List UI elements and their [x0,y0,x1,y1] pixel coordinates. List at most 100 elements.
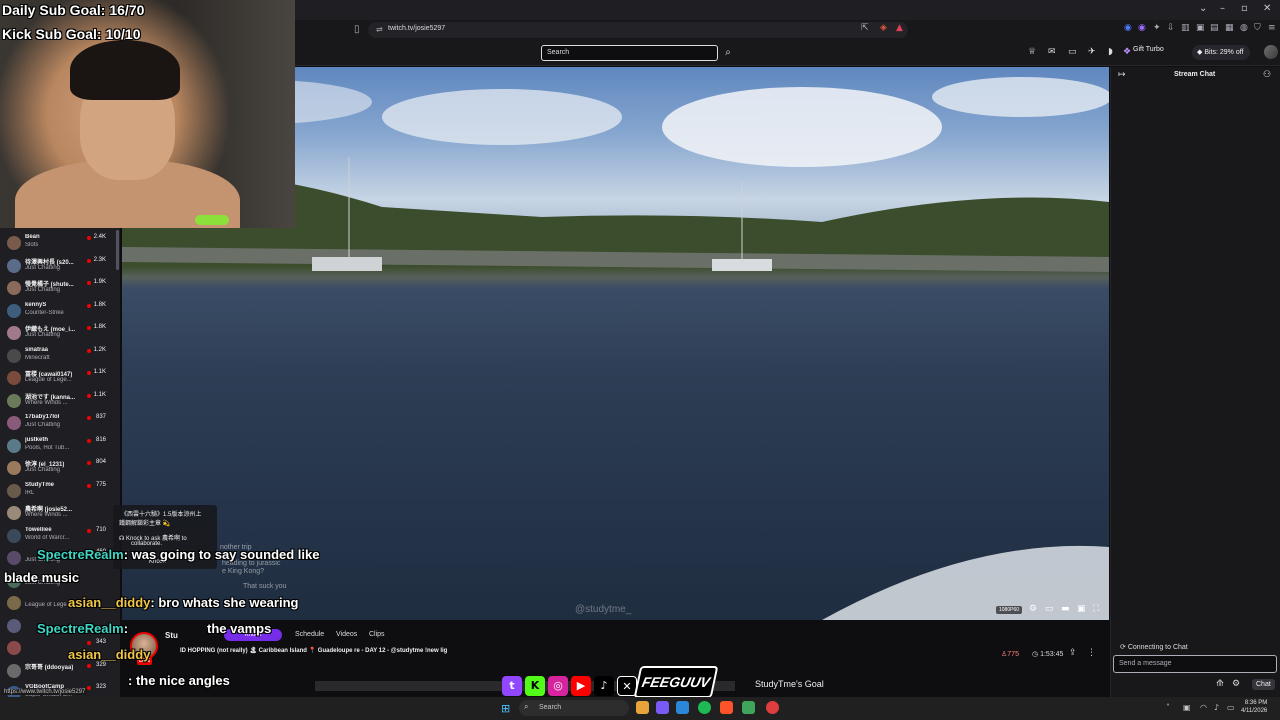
extension-icon[interactable]: ◉ [1138,23,1146,33]
live-indicator-icon [87,438,91,443]
bookmark-icon[interactable]: ▯ [354,24,360,35]
theatre-mode-icon[interactable]: ▬ [1061,604,1070,614]
brave-shield-icon[interactable]: ◈ [880,23,887,33]
overlay-chat-message: asian__diddy [68,647,150,662]
history-icon[interactable]: ▤ [1210,23,1219,33]
sidebar-channel[interactable]: 伊織もえ (moe_i... Just Chatting 1.8K [0,323,115,345]
sidebar-channel[interactable]: kennyS Counter-Strike 1.8K [0,301,115,323]
sidebar-channel[interactable]: 徐淳 (el_1231) Just Chatting 804 [0,458,115,480]
obs-icon[interactable] [766,701,779,714]
sidebar-channel[interactable]: 待澤興村長 (s20... Just Chatting 2.3K [0,256,115,278]
user-avatar[interactable] [1264,45,1278,59]
menu-icon[interactable]: ≡ [1268,23,1276,33]
channel-viewer-count: 329 [95,661,106,668]
app-icon[interactable] [676,701,689,714]
gift-turbo-button[interactable]: Gift Turbo [1133,46,1164,53]
taskbar-clock[interactable]: 8:36 PM 4/11/2026 [1241,699,1267,715]
channel-viewer-count: 1.1K [93,369,106,375]
address-bar[interactable] [368,22,908,38]
minimize-icon[interactable]: – [1220,3,1225,14]
taskbar-search[interactable]: Search [519,700,629,716]
overlay-chat-username: SpectreRealm [37,547,124,562]
streamer-name[interactable]: Stu [165,631,178,640]
downloads-icon[interactable]: ⇩ [1167,23,1175,33]
volume-icon[interactable]: ♪ [1214,703,1219,712]
vpn-icon[interactable]: ◍ [1240,23,1248,33]
channel-category: Just Chatting [25,422,61,428]
get-bits-button[interactable]: ◆ Bits: 29% off [1192,45,1250,60]
extension-icon[interactable]: ◉ [1124,23,1132,33]
sidebar-channel[interactable]: justketh Pools, Hot Tub... 816 [0,436,115,458]
wifi-icon[interactable]: ◠ [1200,703,1207,712]
windows-start-icon[interactable]: ⊞ [501,702,510,715]
url-text[interactable]: twitch.tv/josie5297 [388,25,445,32]
bits-icon[interactable]: ⟰ [1216,679,1224,689]
channel-category: Just Chatting [25,287,61,293]
app-icon[interactable] [742,701,755,714]
tab-videos[interactable]: Videos [336,631,357,638]
sidebar-channel[interactable]: 宗哥哥 (ddooyaa) 329 [0,661,115,683]
rewards-icon[interactable]: ▲ [896,23,903,33]
chat-input[interactable]: Send a message [1113,655,1277,673]
battery-icon[interactable]: ▭ [1227,703,1235,712]
tray-chevron-icon[interactable]: ˄ [1166,703,1170,712]
channel-name: 宗哥哥 (ddooyaa) [25,664,74,671]
sidebar-channel[interactable]: 17baby17lol Just Chatting 837 [0,413,115,435]
notifications-icon[interactable]: ◗ [1108,47,1113,57]
pip-icon[interactable]: ▣ [1077,604,1086,614]
sidebar-scrollbar[interactable] [116,230,119,270]
wallet-icon[interactable]: ▣ [1196,23,1205,33]
channel-name: Towelliee [25,526,52,533]
inbox-icon[interactable]: ✉ [1048,47,1056,57]
tab-clips[interactable]: Clips [369,631,385,638]
share-icon[interactable]: ⇱ [861,23,869,33]
maximize-icon[interactable]: ▫ [1241,3,1248,14]
gift-icon[interactable]: ❖ [1123,47,1131,57]
clip-icon[interactable]: ▭ [1045,604,1054,614]
sidebar-channel[interactable]: 慢覺橘子 (shute... Just Chatting 1.9K [0,278,115,300]
overlay-chat-message: blade music [4,570,79,585]
kick-logo-icon: K [525,676,545,696]
brave-browser-icon[interactable] [720,701,733,714]
fullscreen-icon[interactable]: ⛶ [1093,604,1099,614]
sidebar-channel[interactable]: sinatraa Minecraft 1.2K [0,346,115,368]
chat-send-button[interactable]: Chat [1252,679,1275,690]
search-input[interactable]: Search [541,45,718,61]
extensions-puzzle-icon[interactable]: ✦ [1153,23,1161,33]
sidebar-icon[interactable]: ▥ [1181,23,1190,33]
channel-avatar [7,348,21,363]
sidebar-channel[interactable]: 湖池です (kanna... Where Winds ... 1.1K [0,391,115,413]
settings-icon[interactable]: ⚙ [1029,604,1037,614]
channel-viewer-count: 1.8K [93,301,106,308]
whisper-icon[interactable]: ▭ [1068,47,1077,57]
file-explorer-icon[interactable] [636,701,649,714]
screenshot-icon[interactable]: ▦ [1225,23,1234,33]
sidebar-channel[interactable]: 冨楼 (cawai0147) League of Lege... 1.1K [0,368,115,390]
close-icon[interactable]: ✕ [1263,3,1271,14]
chevron-down-icon[interactable]: ⌄ [1199,3,1207,14]
sidebar-channel[interactable]: 農希啊 (josie52... Where Winds ... [0,503,115,525]
channel-viewer-count: 343 [95,639,106,645]
live-indicator-icon [87,461,91,465]
shield-icon[interactable]: ⛉ [1254,23,1261,33]
channel-category: IRL [25,489,35,496]
app-icon[interactable] [656,701,669,714]
spotify-icon[interactable] [698,701,711,714]
channel-name: 17baby17lol [25,414,60,420]
sidebar-channel[interactable]: StudyTme IRL 775 [0,481,115,503]
live-indicator-icon [87,686,91,690]
sidebar-channel[interactable]: Bean Slots 2.4K [0,233,115,255]
prime-icon[interactable]: ♕ [1028,47,1036,57]
tab-schedule[interactable]: Schedule [295,631,324,638]
site-info-icon[interactable]: ⇌ [376,25,383,34]
more-options-icon[interactable]: ⋮ [1087,648,1096,658]
search-icon[interactable]: ⌕ [720,45,736,61]
drops-icon[interactable]: ✈ [1088,47,1096,57]
share-icon[interactable]: ⇪ [1069,648,1077,658]
community-icon[interactable]: ⚇ [1263,70,1271,80]
clock-date: 4/11/2026 [1241,708,1268,714]
sidebar-channel[interactable]: Towelliee World of Warcr... 710 [0,526,115,548]
tray-app-icon[interactable]: ▣ [1183,703,1191,712]
chat-settings-icon[interactable]: ⚙ [1232,679,1240,689]
collapse-chat-icon[interactable]: ↦ [1118,70,1126,80]
